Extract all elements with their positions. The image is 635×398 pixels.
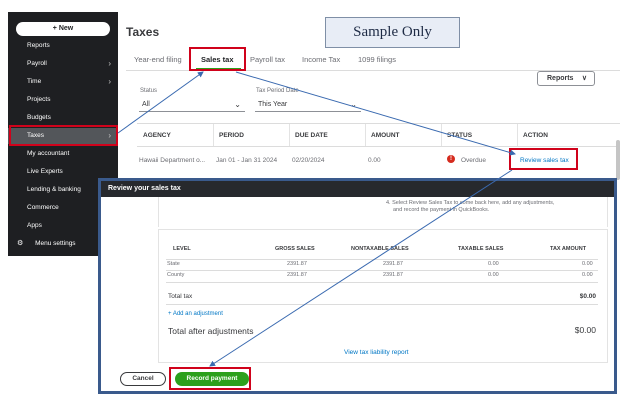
tab-payroll-tax[interactable]: Payroll tax bbox=[250, 55, 285, 64]
total-after-adjustments-value: $0.00 bbox=[574, 325, 596, 335]
page-scrollbar[interactable] bbox=[616, 140, 620, 180]
row-status-cell: Overdue bbox=[461, 157, 486, 164]
column-divider bbox=[289, 124, 290, 146]
col-header-period[interactable]: PERIOD bbox=[219, 132, 244, 139]
tax-period-filter-value: This Year bbox=[258, 101, 288, 108]
row-divider bbox=[166, 304, 598, 305]
reports-button-label: Reports bbox=[547, 75, 574, 82]
modal-col-nontaxable-sales: NONTAXABLE SALES bbox=[351, 246, 409, 252]
col-header-action: ACTION bbox=[523, 132, 548, 139]
row-level-cell: County bbox=[167, 272, 185, 278]
tab-1099-filings[interactable]: 1099 filings bbox=[358, 55, 396, 64]
sidebar-item-projects[interactable]: Projects bbox=[8, 92, 118, 108]
row-nontaxable-cell: 2391.87 bbox=[383, 261, 403, 267]
row-tax-cell: 0.00 bbox=[582, 261, 593, 267]
sidebar-item-label: My accountant bbox=[27, 150, 70, 157]
row-divider bbox=[166, 270, 598, 271]
chevron-right-icon: › bbox=[108, 59, 111, 68]
row-amount-cell: 0.00 bbox=[368, 157, 381, 164]
row-divider bbox=[166, 259, 598, 260]
row-taxable-cell: 0.00 bbox=[488, 272, 499, 278]
tax-period-filter-select[interactable]: This Year ⌄ bbox=[255, 98, 361, 112]
sidebar-item-label: Lending & banking bbox=[27, 186, 81, 193]
add-adjustment-link[interactable]: + Add an adjustment bbox=[168, 311, 223, 317]
col-header-amount[interactable]: AMOUNT bbox=[371, 132, 400, 139]
column-divider bbox=[365, 124, 366, 146]
review-sales-tax-modal: Review your sales tax 4. Select Review S… bbox=[98, 178, 617, 394]
overdue-alert-icon: ! bbox=[447, 155, 455, 163]
instruction-line: and record the payment in QuickBooks. bbox=[393, 207, 490, 213]
tax-period-filter-label: Tax Period Date bbox=[256, 88, 299, 94]
tab-income-tax[interactable]: Income Tax bbox=[302, 55, 340, 64]
row-gross-cell: 2391.87 bbox=[287, 272, 307, 278]
highlight-taxes-nav bbox=[9, 125, 118, 146]
chevron-right-icon: › bbox=[108, 77, 111, 86]
total-tax-value: $0.00 bbox=[579, 293, 596, 300]
row-due-date-cell: 02/20/2024 bbox=[292, 157, 325, 164]
chevron-down-icon: ⌄ bbox=[234, 100, 241, 109]
sidebar-item-label: Apps bbox=[27, 222, 42, 229]
highlight-review-sales-tax bbox=[509, 148, 578, 170]
row-nontaxable-cell: 2391.87 bbox=[383, 272, 403, 278]
modal-col-tax-amount: TAX AMOUNT bbox=[550, 246, 587, 252]
row-agency-cell: Hawaii Department o... bbox=[139, 157, 206, 164]
modal-col-gross-sales: GROSS SALES bbox=[275, 246, 315, 252]
col-header-agency[interactable]: AGENCY bbox=[143, 132, 171, 139]
sidebar-item-payroll[interactable]: Payroll › bbox=[8, 56, 118, 72]
sidebar-item-my-accountant[interactable]: My accountant bbox=[8, 146, 118, 162]
status-filter-label: Status bbox=[140, 88, 158, 94]
sidebar-item-label: Menu settings bbox=[35, 240, 76, 247]
column-divider bbox=[441, 124, 442, 146]
status-filter-select[interactable]: All ⌄ bbox=[139, 98, 245, 112]
highlight-sales-tax-tab bbox=[189, 47, 246, 71]
chevron-down-icon: ⌄ bbox=[350, 100, 357, 109]
sidebar-item-label: Budgets bbox=[27, 114, 51, 121]
sidebar-item-label: Payroll bbox=[27, 60, 47, 67]
modal-title: Review your sales tax bbox=[101, 181, 614, 197]
row-tax-cell: 0.00 bbox=[582, 272, 593, 278]
status-filter-value: All bbox=[142, 101, 150, 108]
row-period-cell: Jan 01 - Jan 31 2024 bbox=[216, 157, 278, 164]
row-level-cell: State bbox=[167, 261, 180, 267]
tab-year-end-filing[interactable]: Year-end filing bbox=[134, 55, 182, 64]
col-header-status[interactable]: STATUS bbox=[447, 132, 472, 139]
sidebar-item-time[interactable]: Time › bbox=[8, 74, 118, 90]
column-divider bbox=[213, 124, 214, 146]
column-divider bbox=[517, 124, 518, 146]
view-tax-liability-report-link[interactable]: View tax liability report bbox=[344, 349, 409, 356]
modal-col-level: LEVEL bbox=[173, 246, 191, 252]
chevron-down-icon: ∨ bbox=[581, 75, 587, 82]
highlight-record-payment bbox=[169, 367, 251, 390]
row-gross-cell: 2391.87 bbox=[287, 261, 307, 267]
gear-icon: ⚙ bbox=[17, 240, 24, 247]
page-title: Taxes bbox=[126, 25, 160, 39]
modal-instructions: 4. Select Review Sales Tax to come back … bbox=[386, 200, 554, 214]
total-tax-label: Total tax bbox=[168, 293, 193, 300]
sidebar-item-label: Live Experts bbox=[27, 168, 63, 175]
total-after-adjustments-label: Total after adjustments bbox=[168, 326, 254, 336]
new-button[interactable]: + New bbox=[16, 22, 110, 36]
row-divider bbox=[166, 282, 598, 283]
instruction-line: 4. Select Review Sales Tax to come back … bbox=[386, 200, 555, 206]
modal-col-taxable-sales: TAXABLE SALES bbox=[458, 246, 504, 252]
sample-only-watermark: Sample Only bbox=[325, 17, 460, 48]
row-taxable-cell: 0.00 bbox=[488, 261, 499, 267]
sidebar-item-label: Projects bbox=[27, 96, 51, 103]
sidebar-item-budgets[interactable]: Budgets bbox=[8, 110, 118, 126]
sidebar-item-label: Time bbox=[27, 78, 42, 85]
sidebar-item-label: Commerce bbox=[27, 204, 59, 211]
col-header-due-date[interactable]: DUE DATE bbox=[295, 132, 328, 139]
sidebar-item-label: Reports bbox=[27, 42, 50, 49]
cancel-button[interactable]: Cancel bbox=[120, 372, 166, 386]
reports-dropdown-button[interactable]: Reports ∨ bbox=[537, 71, 595, 86]
sidebar-item-reports[interactable]: Reports bbox=[8, 38, 118, 54]
